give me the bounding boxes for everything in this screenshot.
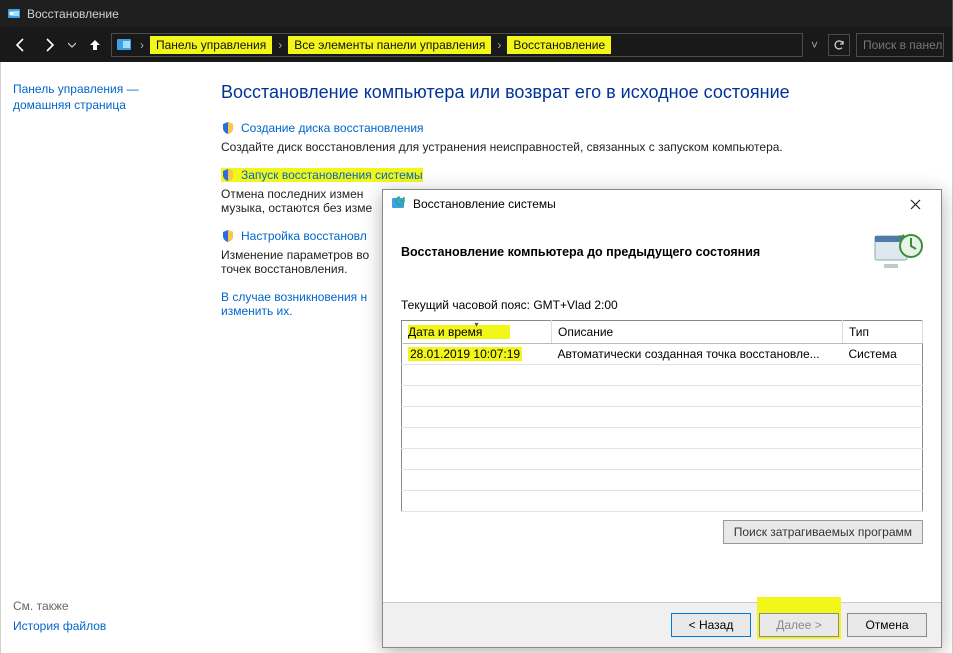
back-button[interactable]: < Назад — [671, 613, 751, 637]
refresh-button[interactable] — [828, 34, 850, 56]
table-row[interactable] — [402, 365, 923, 386]
up-button[interactable] — [83, 33, 107, 57]
window-title: Восстановление — [27, 7, 119, 21]
affected-programs-button[interactable]: Поиск затрагиваемых программ — [723, 520, 923, 544]
cell-datetime: 28.01.2019 10:07:19 — [408, 347, 522, 361]
note-link-2[interactable]: изменить их — [221, 304, 289, 318]
dialog-heading-row: Восстановление компьютера до предыдущего… — [383, 218, 941, 280]
cell-desc: Автоматически созданная точка восстановл… — [552, 344, 843, 365]
breadcrumb-item[interactable]: Восстановление — [507, 36, 611, 54]
table-row[interactable] — [402, 470, 923, 491]
see-also-label: См. также — [13, 599, 197, 613]
chevron-down-icon[interactable]: ˅ — [807, 38, 822, 52]
chevron-right-icon: › — [136, 38, 148, 52]
entry-link-text: Создание диска восстановления — [241, 121, 424, 135]
forward-button[interactable] — [37, 33, 61, 57]
dialog-body: Текущий часовой пояс: GMT+Vlad 2:00 ▾ Да… — [383, 280, 941, 550]
cancel-button[interactable]: Отмена — [847, 613, 927, 637]
file-history-link[interactable]: История файлов — [13, 619, 197, 633]
dialog-title: Восстановление системы — [413, 197, 556, 211]
breadcrumb-item[interactable]: Панель управления — [150, 36, 272, 54]
page-title: Восстановление компьютера или возврат ег… — [221, 82, 940, 103]
shield-icon — [221, 229, 235, 243]
table-row[interactable] — [402, 491, 923, 512]
explorer-navbar: › Панель управления › Все элементы панел… — [0, 27, 953, 62]
table-row[interactable] — [402, 407, 923, 428]
create-recovery-drive-entry: Создание диска восстановления Создайте д… — [221, 121, 940, 154]
shield-icon — [221, 121, 235, 135]
note-link[interactable]: В случае возникновения н — [221, 290, 367, 304]
shield-icon — [221, 168, 235, 182]
recovery-icon — [7, 7, 21, 21]
sidebar: Панель управления — домашняя страница См… — [1, 62, 209, 653]
breadcrumb-item[interactable]: Все элементы панели управления — [288, 36, 491, 54]
restore-big-icon — [871, 228, 923, 276]
back-button[interactable] — [9, 33, 33, 57]
configure-restore-link[interactable]: Настройка восстановл — [221, 229, 367, 243]
table-row[interactable] — [402, 386, 923, 407]
timezone-label: Текущий часовой пояс: GMT+Vlad 2:00 — [401, 298, 923, 312]
system-restore-link[interactable]: Запуск восстановления системы — [221, 168, 423, 182]
window-titlebar: Восстановление — [0, 0, 953, 27]
control-panel-home-link[interactable]: Панель управления — домашняя страница — [13, 82, 197, 113]
restore-icon — [391, 196, 407, 212]
restore-points-table[interactable]: ▾ Дата и время Описание Тип 28.01.2019 1… — [401, 320, 923, 512]
search-placeholder: Поиск в панели — [863, 38, 944, 52]
recovery-icon — [116, 37, 132, 53]
close-button[interactable] — [897, 192, 933, 216]
create-recovery-drive-link[interactable]: Создание диска восстановления — [221, 121, 424, 135]
entry-link-text: Настройка восстановл — [241, 229, 367, 243]
entry-desc: Создайте диск восстановления для устране… — [221, 140, 940, 154]
table-row[interactable] — [402, 428, 923, 449]
chevron-right-icon: › — [493, 38, 505, 52]
entry-link-text: Запуск восстановления системы — [241, 168, 423, 182]
search-input[interactable]: Поиск в панели — [856, 33, 944, 57]
col-datetime[interactable]: ▾ Дата и время — [402, 321, 552, 344]
col-desc[interactable]: Описание — [552, 321, 843, 344]
system-restore-dialog: Восстановление системы Восстановление ко… — [382, 189, 942, 648]
sort-desc-icon: ▾ — [474, 320, 478, 329]
cell-type: Система — [843, 344, 923, 365]
dialog-footer: < Назад Далее > Отмена — [383, 602, 941, 647]
dialog-heading: Восстановление компьютера до предыдущего… — [401, 245, 760, 259]
recent-dropdown[interactable] — [65, 33, 79, 57]
chevron-right-icon: › — [274, 38, 286, 52]
breadcrumb[interactable]: › Панель управления › Все элементы панел… — [111, 33, 803, 57]
table-row[interactable] — [402, 449, 923, 470]
next-button[interactable]: Далее > — [759, 613, 839, 637]
dialog-titlebar: Восстановление системы — [383, 190, 941, 218]
col-type[interactable]: Тип — [843, 321, 923, 344]
table-row[interactable]: 28.01.2019 10:07:19 Автоматически создан… — [402, 344, 923, 365]
